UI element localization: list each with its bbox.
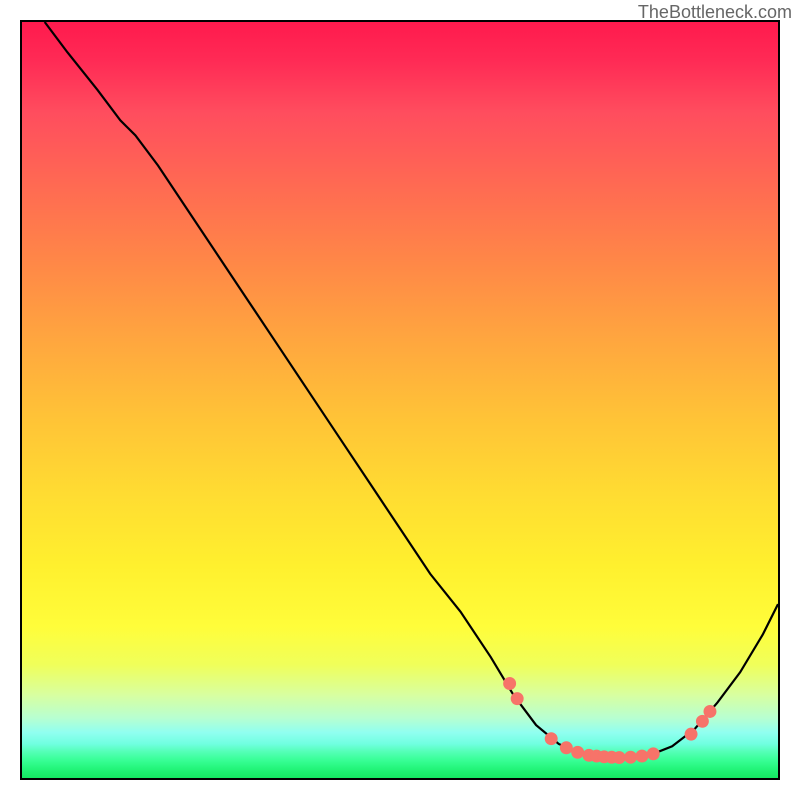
curve-layer [22, 22, 778, 778]
data-marker [511, 692, 524, 705]
data-marker [635, 750, 648, 763]
curve-path [45, 22, 778, 758]
chart-container: TheBottleneck.com [0, 0, 800, 800]
data-marker [685, 728, 698, 741]
data-marker [647, 747, 660, 760]
data-marker [613, 751, 626, 764]
watermark-label: TheBottleneck.com [638, 2, 792, 23]
marker-points [503, 677, 716, 764]
data-marker [703, 705, 716, 718]
data-marker [571, 746, 584, 759]
data-marker [560, 741, 573, 754]
bottleneck-curve [45, 22, 778, 758]
data-marker [624, 751, 637, 764]
data-marker [545, 732, 558, 745]
plot-area [20, 20, 780, 780]
data-marker [503, 677, 516, 690]
